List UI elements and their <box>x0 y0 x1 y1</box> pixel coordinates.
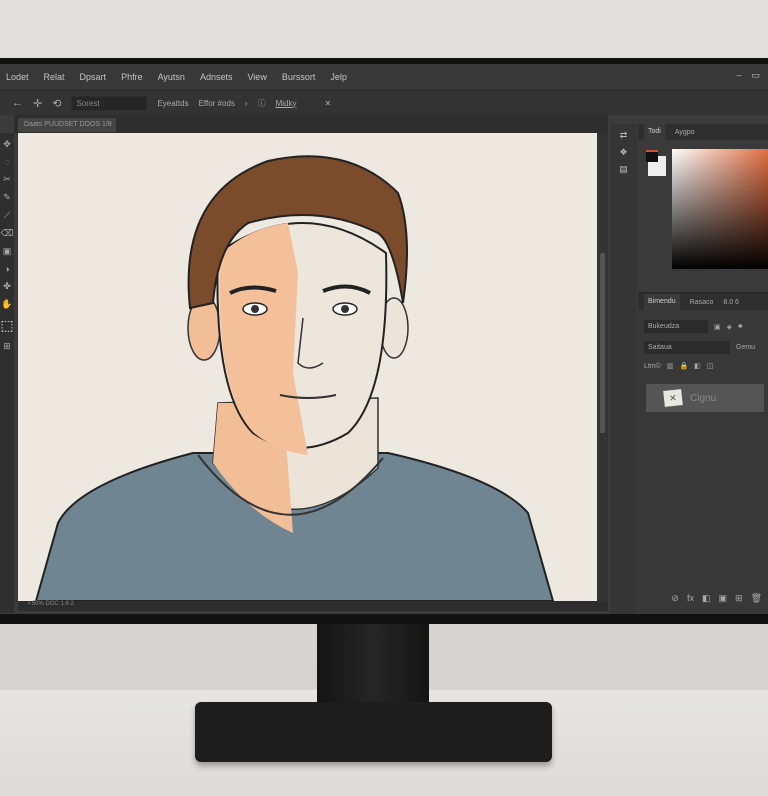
menu-bar: Lodet Relat Dpsart Phfre Ayutsn Adnsets … <box>0 64 768 90</box>
fx-icon[interactable]: fx <box>687 593 694 604</box>
move-icon[interactable]: ✛ <box>33 97 42 110</box>
pen-tool-icon[interactable]: ⟋ <box>4 210 10 221</box>
tab-channels[interactable]: Rasaco <box>690 299 714 306</box>
layer-thumbnail: ✕ <box>663 389 683 407</box>
menu-edit[interactable]: Relat <box>44 72 65 82</box>
stamp-tool-icon[interactable]: ✤ <box>3 281 11 292</box>
move-tool-icon[interactable]: ✥ <box>3 139 11 150</box>
editor-window: Lodet Relat Dpsart Phfre Ayutsn Adnsets … <box>0 64 768 614</box>
new-layer-icon[interactable]: ⊞ <box>735 593 743 604</box>
hand-tool-icon[interactable]: ✋ <box>1 299 12 310</box>
option-label-3[interactable]: Midky <box>276 99 297 108</box>
tools-panel: ✥ ◌ ✂ ✎ ⟋ ⌫ ▣ ◑ ✤ ✋ ⬚ ⊞ <box>0 133 14 613</box>
options-bar: ← ✛ ⟲ Sorest Eyeattds Effor #ods › ⓘ Mid… <box>0 90 768 115</box>
group-icon[interactable]: ▣ <box>719 593 728 604</box>
tab-swatches[interactable]: Aygpo <box>675 129 695 136</box>
right-panels: Todi Aygpo Bimendu Rasaco 8.0 6 Bukeudza… <box>638 124 768 614</box>
document-canvas[interactable] <box>18 133 597 601</box>
opacity-label: Gemu <box>736 344 756 351</box>
foreground-color-swatch[interactable] <box>646 150 658 162</box>
layer-kind-filter[interactable]: Bukeudza <box>644 320 708 333</box>
lock-artboard-icon[interactable]: ◫ <box>707 362 714 370</box>
minimize-button[interactable]: – <box>736 70 741 81</box>
status-bar: ▪ 50% DOC 1.6 2 <box>18 601 608 611</box>
layer-row[interactable]: ✕ Cignu <box>646 384 764 412</box>
rotate-icon[interactable]: ⟲ <box>52 97 61 110</box>
lasso-tool-icon[interactable]: ◌ <box>4 157 9 167</box>
filter-image-icon[interactable]: ▣ <box>714 323 721 331</box>
dodge-tool-icon[interactable]: ◑ <box>4 264 9 274</box>
grid-tool-icon[interactable]: ⊞ <box>3 341 11 352</box>
color-picker-field[interactable] <box>672 149 768 269</box>
option-label-1[interactable]: Eyeattds <box>157 99 188 108</box>
menu-layer[interactable]: Ayutsn <box>158 72 185 82</box>
close-icon[interactable]: ✕ <box>324 99 331 108</box>
trash-icon[interactable]: 🗑 <box>751 593 762 604</box>
lock-position-icon[interactable]: ◧ <box>694 362 701 370</box>
document-tab[interactable]: Daats PUUDSET DOOS 1/8 <box>18 118 116 132</box>
info-icon[interactable]: ⓘ <box>258 98 266 109</box>
filter-type-icon[interactable]: ♣ <box>738 323 743 330</box>
crop-tool-icon[interactable]: ✂ <box>3 174 11 185</box>
layers-panel-tabs: Bimendu Rasaco 8.0 6 <box>638 294 768 310</box>
menu-filter[interactable]: Phfre <box>121 72 143 82</box>
eraser-tool-icon[interactable]: ⌫ <box>1 228 14 239</box>
menu-window[interactable]: Burssort <box>282 72 316 82</box>
menu-image[interactable]: Dpsart <box>80 72 107 82</box>
panel-icon-strip: ⇄ ❖ ▤ <box>610 124 637 614</box>
layers-panel: Bimendu Rasaco 8.0 6 Bukeudza ▣ ◈ ♣ Sait… <box>638 292 768 614</box>
scrollbar-thumb[interactable] <box>600 253 605 433</box>
filter-adjust-icon[interactable]: ◈ <box>727 323 732 331</box>
brush-preset-icon[interactable]: ❖ <box>619 147 627 158</box>
portrait-illustration <box>34 155 555 601</box>
option-label-2[interactable]: Effor #ods <box>199 99 235 108</box>
options-input[interactable]: Sorest <box>71 95 148 111</box>
menu-help[interactable]: Jelp <box>330 72 347 82</box>
properties-icon[interactable]: ▤ <box>619 164 628 175</box>
lock-pixels-icon[interactable]: ▥ <box>667 362 674 370</box>
maximize-button[interactable]: ▭ <box>751 70 760 81</box>
layers-footer: ⊘ fx ◧ ▣ ⊞ 🗑 <box>638 593 768 604</box>
color-panel-tabs: Todi Aygpo <box>638 124 768 140</box>
lock-label: Ltm© <box>644 362 661 370</box>
back-icon[interactable]: ← <box>12 97 23 109</box>
menu-file[interactable]: Lodet <box>6 72 29 82</box>
swatch-icon[interactable]: ⬚ <box>0 317 13 334</box>
layer-name[interactable]: Cignu <box>690 393 716 404</box>
blend-mode-select[interactable]: Saitaua <box>644 341 730 354</box>
monitor-stand-base <box>195 702 552 762</box>
tab-paths[interactable]: 8.0 6 <box>723 299 739 306</box>
shape-tool-icon[interactable]: ▣ <box>3 246 12 257</box>
tab-color[interactable]: Todi <box>644 124 665 140</box>
document-tab-bar: Daats PUUDSET DOOS 1/8 <box>14 115 608 133</box>
lock-icon[interactable]: 🔒 <box>679 362 688 370</box>
menu-adjust[interactable]: Adnsets <box>200 72 233 82</box>
tab-layers[interactable]: Bimendu <box>644 294 680 310</box>
swap-icon[interactable]: ⇄ <box>620 130 628 141</box>
vertical-scrollbar[interactable] <box>597 133 608 601</box>
chevron-right-icon[interactable]: › <box>245 99 248 108</box>
mask-icon[interactable]: ◧ <box>702 593 711 604</box>
menu-view[interactable]: View <box>247 72 266 82</box>
link-layers-icon[interactable]: ⊘ <box>671 593 679 604</box>
brush-tool-icon[interactable]: ✎ <box>3 192 11 203</box>
